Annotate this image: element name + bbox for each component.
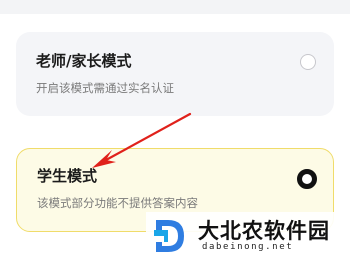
watermark-name: 大北农软件园 <box>198 219 330 243</box>
site-logo-icon <box>154 220 184 252</box>
watermark-domain: dabeinong.net <box>202 242 294 252</box>
watermark: 大北农软件园 dabeinong.net <box>146 212 350 258</box>
